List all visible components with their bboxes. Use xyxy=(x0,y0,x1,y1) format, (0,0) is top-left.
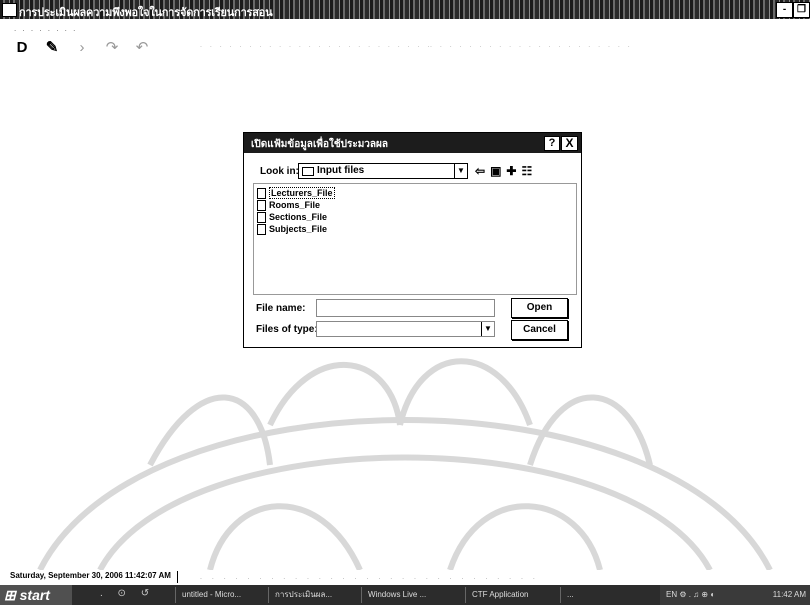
dialog-titlebar: เปิดแฟ้มข้อมูลเพื่อใช้ประมวลผล ? X xyxy=(244,133,581,153)
file-icon xyxy=(257,211,266,223)
toolbar-separator-dots: . . . . . . . . . . . . . . . . . . . . … xyxy=(200,42,433,49)
file-icon xyxy=(257,223,266,235)
quick-launch[interactable]: . ⊙ ↺ xyxy=(100,588,155,599)
toolbar-separator-dots: . . . . . . . . . . . . . . . . . . . . … xyxy=(430,42,633,49)
redo-icon[interactable]: ↷ xyxy=(104,38,120,56)
next-icon[interactable]: › xyxy=(74,39,90,56)
taskbar-item[interactable]: CTF Application xyxy=(465,587,560,603)
folder-icon xyxy=(302,167,314,176)
dialog-nav-toolbar: ⇦ ▣ ✚ ☷ xyxy=(475,164,532,178)
list-item[interactable]: Lecturers_File xyxy=(257,187,335,199)
taskbar-item[interactable]: Windows Live ... xyxy=(361,587,456,603)
taskbar-item[interactable]: untitled - Micro... xyxy=(175,587,270,603)
files-of-type-dropdown[interactable]: ▼ xyxy=(316,321,495,337)
chevron-down-icon[interactable]: ▼ xyxy=(481,322,494,336)
look-in-value: Input files xyxy=(317,165,365,176)
start-label: start xyxy=(19,587,50,603)
open-button[interactable]: Open xyxy=(511,298,568,318)
dialog-title: เปิดแฟ้มข้อมูลเพื่อใช้ประมวลผล xyxy=(251,139,389,150)
help-button[interactable]: ? xyxy=(544,136,560,151)
toolbar: D ✎ › ↷ ↶ xyxy=(14,36,150,58)
view-menu-icon[interactable]: ☷ xyxy=(521,164,532,178)
menu-bar[interactable]: . . . . . . . . xyxy=(14,24,77,33)
file-list[interactable]: Lecturers_File Rooms_File Sections_File … xyxy=(253,183,577,295)
file-icon xyxy=(257,199,266,211)
taskbar-item[interactable]: การประเมินผล... xyxy=(268,587,363,603)
open-file-dialog: เปิดแฟ้มข้อมูลเพื่อใช้ประมวลผล ? X Look … xyxy=(243,132,582,348)
file-icon xyxy=(257,187,266,199)
open-folder-icon[interactable]: ✎ xyxy=(44,38,60,56)
new-document-icon[interactable]: D xyxy=(14,39,30,56)
files-of-type-label: Files of type: xyxy=(256,324,318,335)
app-icon xyxy=(2,3,17,17)
undo-icon[interactable]: ↶ xyxy=(134,38,150,56)
start-button[interactable]: ⊞ start xyxy=(0,585,72,605)
back-arrow-icon[interactable]: ⇦ xyxy=(475,164,485,178)
tray-clock: 11:42 AM xyxy=(772,590,806,599)
dialog-close-button[interactable]: X xyxy=(561,136,578,151)
restore-button[interactable]: ❐ xyxy=(793,2,810,18)
status-datetime: Saturday, September 30, 2006 11:42:07 AM xyxy=(10,571,178,583)
file-name-input[interactable] xyxy=(316,299,495,317)
chevron-down-icon[interactable]: ▼ xyxy=(454,164,467,178)
minimize-button[interactable]: - xyxy=(776,2,793,18)
window-title: การประเมินผลความพึงพอใจในการจัดการเรียนก… xyxy=(19,7,273,19)
new-folder-icon[interactable]: ✚ xyxy=(506,164,516,178)
look-in-label: Look in: xyxy=(260,166,299,177)
system-tray: EN ⚙ . ♫ ⊕ ◐ 11:42 AM xyxy=(660,585,810,605)
look-in-dropdown[interactable]: Input files ▼ xyxy=(298,163,468,179)
taskbar-item[interactable]: ... xyxy=(560,587,627,603)
window-titlebar: การประเมินผลความพึงพอใจในการจัดการเรียนก… xyxy=(0,0,810,19)
status-separator-dots: . . . . . . . . . . . . . . . . . . . . … xyxy=(200,574,539,581)
list-item[interactable]: Sections_File xyxy=(257,211,327,223)
cancel-button[interactable]: Cancel xyxy=(511,320,568,340)
file-name-label: File name: xyxy=(256,303,306,314)
taskbar: ⊞ start . ⊙ ↺ untitled - Micro... การประ… xyxy=(0,585,810,605)
list-item[interactable]: Subjects_File xyxy=(257,223,327,235)
list-item[interactable]: Rooms_File xyxy=(257,199,320,211)
up-folder-icon[interactable]: ▣ xyxy=(490,164,501,178)
tray-icons[interactable]: EN ⚙ . ♫ ⊕ ◐ xyxy=(666,585,715,605)
